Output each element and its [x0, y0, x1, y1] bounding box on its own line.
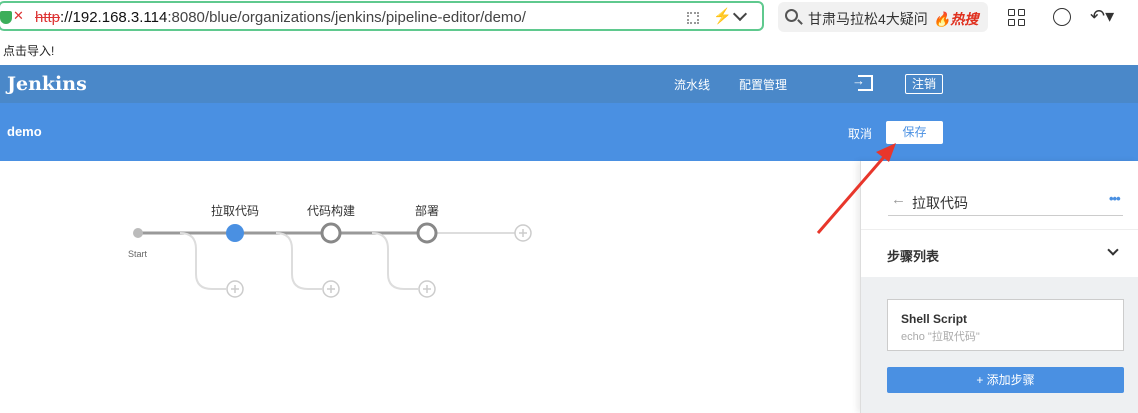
nav-config[interactable]: 配置管理 — [739, 76, 787, 93]
undo-icon[interactable]: ↶▾ — [1090, 6, 1114, 27]
stage-node[interactable] — [320, 222, 342, 244]
more-icon[interactable]: ••• — [1109, 191, 1121, 206]
info-text: 点击导入! — [3, 44, 55, 58]
stage-label[interactable]: 拉取代码 — [211, 202, 259, 219]
shield-icon — [0, 11, 12, 24]
search-text: 甘肃马拉松4大疑问 — [808, 11, 928, 27]
panel-header: ← 拉取代码 ••• — [861, 161, 1138, 229]
start-label: Start — [128, 249, 148, 259]
stage-config-panel: ← 拉取代码 ••• 步骤列表 Shell Script echo "拉取代码"… — [860, 161, 1138, 413]
stage-node[interactable] — [416, 222, 438, 244]
step-name: Shell Script — [901, 312, 968, 326]
add-parallel-icon[interactable] — [226, 280, 244, 298]
login-icon[interactable] — [852, 73, 873, 91]
steps-list: Shell Script echo "拉取代码" + 添加步骤 — [861, 277, 1138, 413]
logout-button[interactable]: 注销 — [905, 74, 943, 94]
qrcode-icon[interactable] — [687, 12, 699, 24]
add-stage-icon[interactable] — [514, 224, 532, 242]
search-input[interactable]: 甘肃马拉松4大疑问 🔥热搜 — [778, 2, 988, 32]
add-parallel-icon[interactable] — [418, 280, 436, 298]
hot-search-badge[interactable]: 🔥热搜 — [933, 9, 978, 29]
url-text[interactable]: http://192.168.3.114:8080/blue/organizat… — [35, 9, 526, 26]
cancel-button[interactable]: 取消 — [848, 125, 872, 142]
arrow-left-icon[interactable]: ← — [891, 191, 906, 208]
jenkins-header: Jenkins 流水线 配置管理 注销 — [0, 65, 1138, 103]
add-parallel-icon[interactable] — [322, 280, 340, 298]
chevron-down-icon[interactable] — [1107, 244, 1119, 256]
pipeline-canvas: Start 拉取代码 代码构建 部署 — [0, 161, 860, 413]
editor-subheader: demo 取消 保存 — [0, 103, 1138, 161]
stage-name-input[interactable]: 拉取代码 — [912, 193, 968, 213]
step-description: echo "拉取代码" — [901, 331, 980, 343]
stage-node-selected[interactable] — [226, 224, 244, 242]
jenkins-logo[interactable]: Jenkins — [7, 73, 87, 95]
steps-section-header[interactable]: 步骤列表 — [861, 229, 1138, 277]
address-bar[interactable]: ✕ http://192.168.3.114:8080/blue/organiz… — [0, 1, 764, 31]
bolt-icon[interactable]: ⚡ — [713, 7, 732, 25]
step-item[interactable]: Shell Script echo "拉取代码" — [887, 299, 1124, 351]
pipeline-graph — [133, 222, 532, 298]
browser-bar: ✕ http://192.168.3.114:8080/blue/organiz… — [0, 0, 1138, 34]
save-button[interactable]: 保存 — [886, 121, 943, 144]
chevron-down-icon[interactable] — [732, 6, 748, 22]
search-icon — [785, 9, 798, 22]
sun-icon[interactable] — [1053, 8, 1071, 26]
insecure-icon: ✕ — [13, 8, 24, 23]
steps-title: 步骤列表 — [887, 249, 940, 264]
stage-label[interactable]: 代码构建 — [307, 202, 355, 219]
add-step-button[interactable]: + 添加步骤 — [887, 367, 1124, 393]
divider — [888, 215, 1123, 216]
nav-pipelines[interactable]: 流水线 — [674, 76, 710, 93]
start-node — [133, 228, 143, 238]
pipeline-name: demo — [7, 124, 42, 139]
apps-grid-icon[interactable] — [1008, 9, 1026, 27]
stage-label[interactable]: 部署 — [415, 202, 439, 219]
